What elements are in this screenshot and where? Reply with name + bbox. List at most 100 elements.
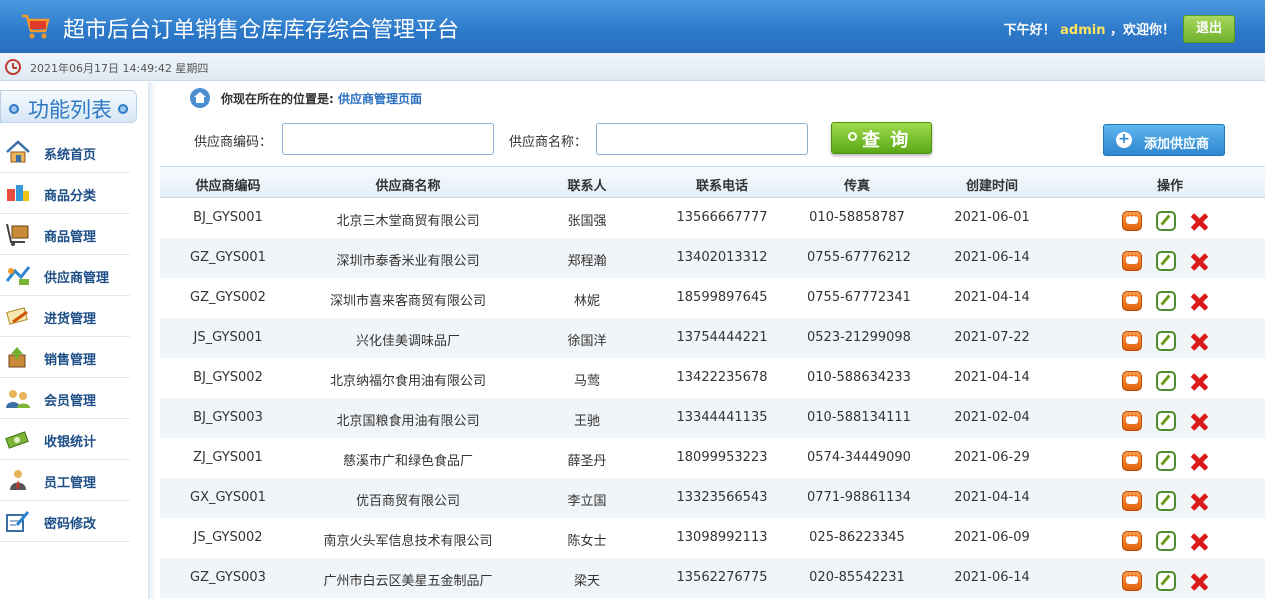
sidebar-item-staff[interactable]: 员工管理 bbox=[0, 460, 130, 501]
table-row: GX_GYS001 优百商贸有限公司 李立国 13323566543 0771-9886… bbox=[160, 478, 1265, 518]
table-row: JS_GYS002 南京火头军信息技术有限公司 陈女士 13098992113 025-… bbox=[160, 518, 1265, 558]
supplier-code-cell: GZ_GYS002 bbox=[190, 290, 266, 305]
cash-icon bbox=[5, 431, 29, 449]
sidebar-item-purchase[interactable]: 进货管理 bbox=[0, 296, 130, 337]
delete-icon[interactable] bbox=[1188, 531, 1210, 553]
fax-cell: 0755-67772341 bbox=[807, 290, 911, 305]
supplier-code-label: 供应商编码： bbox=[194, 135, 273, 150]
fax-cell: 020-85542231 bbox=[809, 570, 905, 585]
view-icon[interactable] bbox=[1122, 451, 1142, 471]
supplier-name-input[interactable] bbox=[596, 123, 808, 155]
contact-person-cell: 梁天 bbox=[573, 574, 600, 589]
edit-icon[interactable] bbox=[1156, 531, 1176, 551]
supplier-code-cell: GZ_GYS001 bbox=[190, 250, 266, 265]
function-list-title: 功能列表 bbox=[0, 90, 137, 123]
edit-icon[interactable] bbox=[1156, 491, 1176, 511]
supplier-name-cell: 深圳市泰香米业有限公司 bbox=[336, 254, 480, 269]
fax-cell: 010-58858787 bbox=[809, 210, 905, 225]
sidebar-item-supplier[interactable]: 供应商管理 bbox=[0, 255, 130, 296]
supplier-name-cell: 北京三木堂商贸有限公司 bbox=[336, 214, 480, 229]
sidebar-item-cash[interactable]: 收银统计 bbox=[0, 419, 130, 460]
supplier-name-cell: 南京火头军信息技术有限公司 bbox=[323, 534, 493, 549]
sidebar-item-home[interactable]: 系统首页 bbox=[0, 132, 130, 173]
delete-icon[interactable] bbox=[1188, 331, 1210, 353]
sidebar: 功能列表 系统首页 商品分类 商品管理 供应商管理 进货管理 销售管理 会员管理… bbox=[0, 82, 149, 599]
breadcrumb-prefix: 你现在所在的位置是: bbox=[221, 92, 334, 106]
staff-icon bbox=[10, 470, 26, 490]
sidebar-item-label: 收银统计 bbox=[44, 435, 97, 450]
column-header: 操作 bbox=[1156, 179, 1183, 194]
supplier-name-cell: 北京纳福尔食用油有限公司 bbox=[329, 374, 486, 389]
sidebar-item-sales[interactable]: 销售管理 bbox=[0, 337, 130, 378]
contact-phone-cell: 13323566543 bbox=[676, 490, 768, 505]
sidebar-item-member[interactable]: 会员管理 bbox=[0, 378, 130, 419]
delete-icon[interactable] bbox=[1188, 211, 1210, 233]
supplier-code-cell: JS_GYS001 bbox=[193, 330, 263, 345]
sidebar-item-label: 销售管理 bbox=[44, 353, 97, 368]
date-bar: 2021年06月17日 14:49:42 星期四 bbox=[0, 53, 1265, 81]
view-icon[interactable] bbox=[1122, 251, 1142, 271]
edit-icon[interactable] bbox=[1156, 251, 1176, 271]
delete-icon[interactable] bbox=[1188, 571, 1210, 593]
view-icon[interactable] bbox=[1122, 371, 1142, 391]
edit-icon[interactable] bbox=[1156, 371, 1176, 391]
table-row: BJ_GYS002 北京纳福尔食用油有限公司 马莺 13422235678 010-58… bbox=[160, 358, 1265, 398]
created-date-cell: 2021-06-01 bbox=[954, 210, 1030, 225]
home-icon bbox=[6, 140, 30, 163]
dot-icon bbox=[118, 104, 128, 114]
function-list-label: 功能列表 bbox=[28, 98, 112, 122]
delete-icon[interactable] bbox=[1188, 371, 1210, 393]
edit-icon[interactable] bbox=[1156, 291, 1176, 311]
view-icon[interactable] bbox=[1122, 571, 1142, 591]
add-supplier-label: 添加供应商 bbox=[1144, 137, 1210, 152]
sidebar-item-label: 系统首页 bbox=[44, 148, 97, 163]
contact-person-cell: 郑程瀚 bbox=[567, 254, 607, 269]
view-icon[interactable] bbox=[1122, 211, 1142, 231]
view-icon[interactable] bbox=[1122, 491, 1142, 511]
created-date-cell: 2021-06-09 bbox=[954, 530, 1030, 545]
created-date-cell: 2021-06-29 bbox=[954, 450, 1030, 465]
sidebar-menu: 系统首页 商品分类 商品管理 供应商管理 进货管理 销售管理 会员管理 收银统计… bbox=[0, 132, 130, 542]
supplier-code-cell: GZ_GYS003 bbox=[190, 570, 266, 585]
contact-phone-cell: 13098992113 bbox=[676, 530, 768, 545]
table-header: 供应商编码 供应商名称 联系人 联系电话 传真 创建时间 操作 bbox=[160, 166, 1265, 198]
supplier-code-cell: ZJ_GYS001 bbox=[193, 450, 263, 465]
edit-icon[interactable] bbox=[1156, 331, 1176, 351]
delete-icon[interactable] bbox=[1188, 411, 1210, 433]
sidebar-item-label: 员工管理 bbox=[44, 476, 97, 491]
created-date-cell: 2021-04-14 bbox=[954, 290, 1030, 305]
delete-icon[interactable] bbox=[1188, 291, 1210, 313]
contact-person-cell: 薛圣丹 bbox=[567, 454, 607, 469]
delete-icon[interactable] bbox=[1188, 251, 1210, 273]
greeting-suffix: ，欢迎你！ bbox=[1109, 23, 1175, 38]
query-button[interactable]: 查 询 bbox=[831, 122, 932, 154]
delete-icon[interactable] bbox=[1188, 451, 1210, 473]
table-row: JS_GYS001 兴化佳美调味品厂 徐国洋 13754444221 0523-2129… bbox=[160, 318, 1265, 358]
supplier-name-cell: 慈溪市广和绿色食品厂 bbox=[342, 454, 473, 469]
delete-icon[interactable] bbox=[1188, 491, 1210, 513]
view-icon[interactable] bbox=[1122, 531, 1142, 551]
created-date-cell: 2021-06-14 bbox=[954, 250, 1030, 265]
view-icon[interactable] bbox=[1122, 331, 1142, 351]
supplier-code-input[interactable] bbox=[282, 123, 494, 155]
contact-person-cell: 马莺 bbox=[573, 374, 600, 389]
sidebar-item-label: 供应商管理 bbox=[44, 271, 110, 286]
edit-icon[interactable] bbox=[1156, 571, 1176, 591]
edit-icon[interactable] bbox=[1156, 211, 1176, 231]
view-icon[interactable] bbox=[1122, 291, 1142, 311]
sidebar-item-category[interactable]: 商品分类 bbox=[0, 173, 130, 214]
breadcrumb-current: 供应商管理页面 bbox=[338, 92, 423, 106]
sidebar-item-goods[interactable]: 商品管理 bbox=[0, 214, 130, 255]
app-title: 超市后台订单销售仓库库存综合管理平台 bbox=[63, 18, 460, 43]
supplier-code-cell: JS_GYS002 bbox=[193, 530, 263, 545]
sidebar-item-password[interactable]: 密码修改 bbox=[0, 501, 130, 542]
logout-button[interactable]: 退出 bbox=[1183, 15, 1235, 43]
category-icon bbox=[7, 185, 29, 201]
edit-icon[interactable] bbox=[1156, 411, 1176, 431]
app-header: 超市后台订单销售仓库库存综合管理平台 下午好！ admin ，欢迎你！ 退出 bbox=[0, 0, 1265, 53]
supplier-table: 供应商编码 供应商名称 联系人 联系电话 传真 创建时间 操作 BJ_GYS00… bbox=[160, 166, 1265, 598]
password-icon bbox=[6, 511, 30, 532]
view-icon[interactable] bbox=[1122, 411, 1142, 431]
add-supplier-button[interactable]: + 添加供应商 bbox=[1103, 124, 1225, 156]
edit-icon[interactable] bbox=[1156, 451, 1176, 471]
